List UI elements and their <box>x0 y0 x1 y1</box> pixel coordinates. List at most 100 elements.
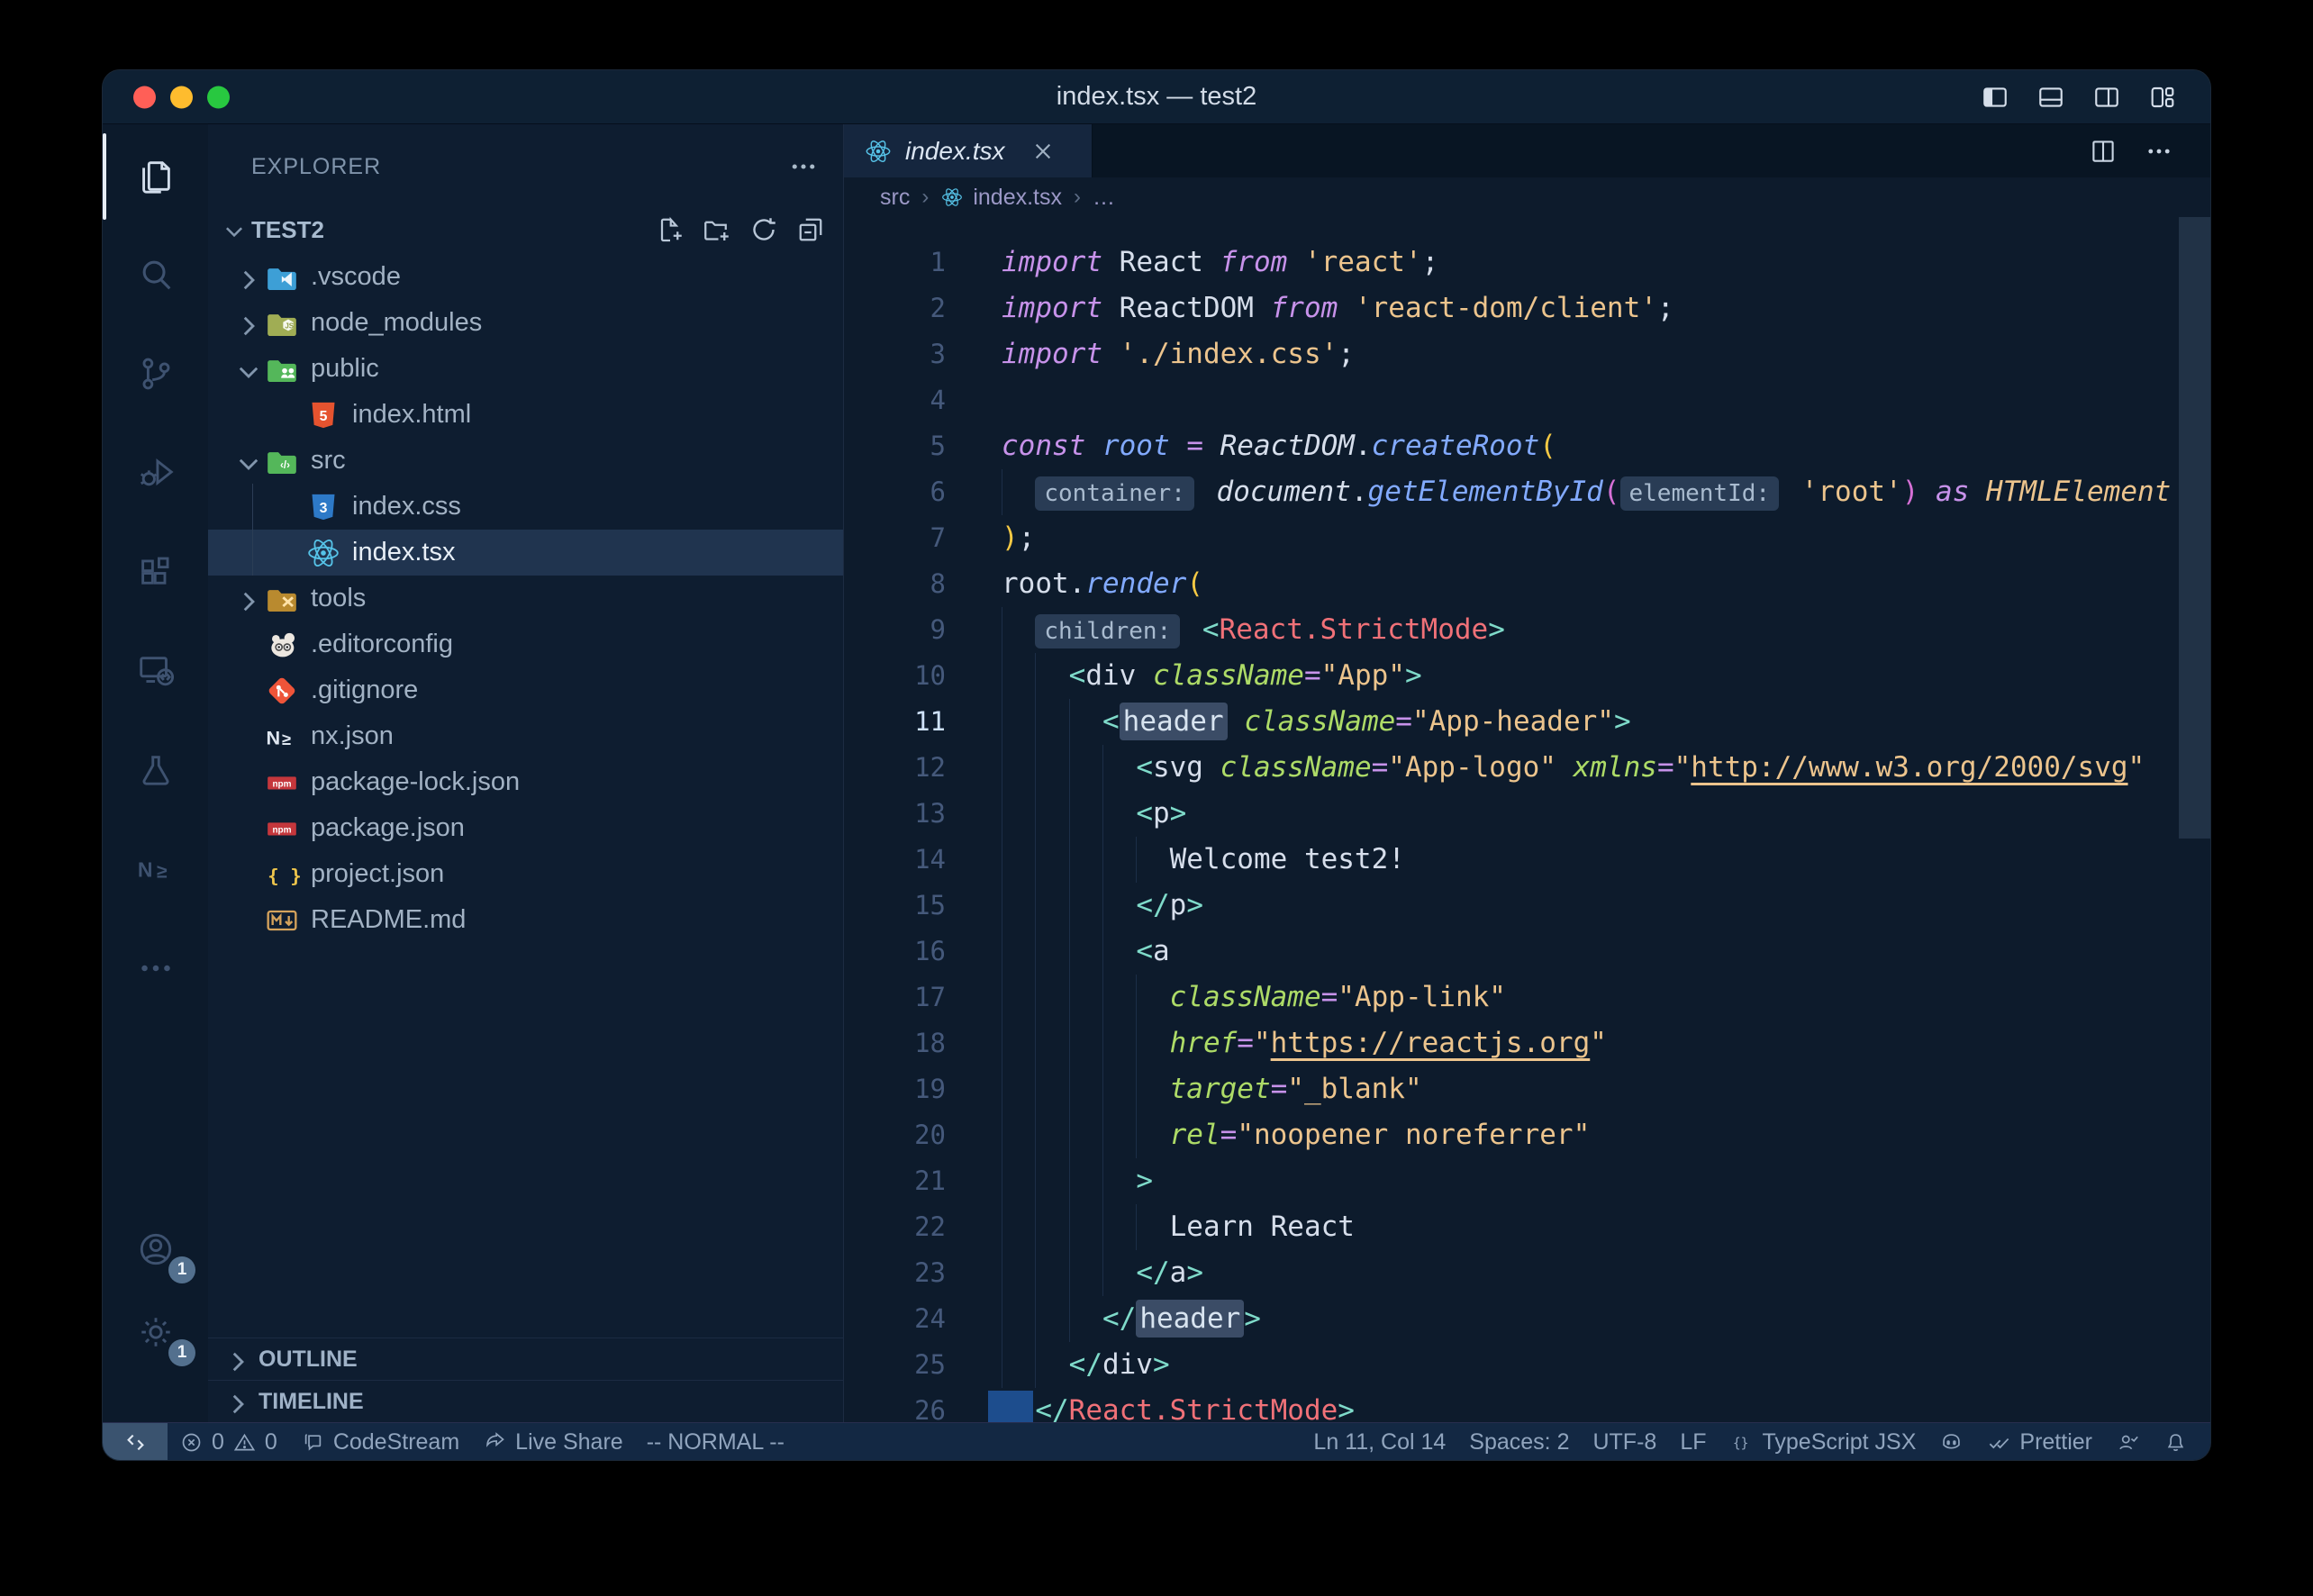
code-line-7[interactable]: 7); <box>844 515 2210 561</box>
status-remote-indicator[interactable] <box>103 1423 168 1461</box>
activity-nx-console[interactable]: N≥ <box>103 820 208 919</box>
react-icon <box>940 186 964 209</box>
tree-item-package-json[interactable]: npmpackage.json <box>208 805 843 851</box>
code-line-12[interactable]: 12 <svg className="App-logo" xmlns="http… <box>844 745 2210 791</box>
activity-testing[interactable] <box>103 721 208 820</box>
svg-text:≥: ≥ <box>156 862 167 883</box>
activity-run-and-debug[interactable] <box>103 423 208 522</box>
customize-layout-icon[interactable] <box>2147 83 2178 112</box>
tree-item--editorconfig[interactable]: .editorconfig <box>208 621 843 667</box>
tree-item--gitignore[interactable]: .gitignore <box>208 667 843 713</box>
status-eol[interactable]: LF <box>1668 1423 1718 1461</box>
code-line-14[interactable]: 14 Welcome test2! <box>844 837 2210 883</box>
code-line-6[interactable]: 6 container: document.getElementById(ele… <box>844 469 2210 515</box>
tree-item-nx-json[interactable]: N≥nx.json <box>208 713 843 759</box>
activity-explorer[interactable] <box>103 126 208 225</box>
code-line-19[interactable]: 19 target="_blank" <box>844 1066 2210 1112</box>
toggle-secondary-sidebar-icon[interactable] <box>2091 83 2122 112</box>
code-line-3[interactable]: 3import './index.css'; <box>844 331 2210 377</box>
tree-item-index-css[interactable]: 3index.css <box>208 484 843 530</box>
status-vim-mode[interactable]: -- NORMAL -- <box>635 1423 796 1461</box>
activity-accounts[interactable]: 1 <box>103 1208 208 1291</box>
timeline-panel-header[interactable]: TIMELINE <box>208 1380 843 1422</box>
more-editor-actions-icon[interactable] <box>2144 136 2174 167</box>
status-copilot[interactable] <box>1928 1423 1975 1461</box>
tree-item-src[interactable]: ‹/›src <box>208 438 843 484</box>
line-number: 7 <box>844 515 1002 561</box>
code-line-2[interactable]: 2import ReactDOM from 'react-dom/client'… <box>844 286 2210 331</box>
activity-search[interactable] <box>103 225 208 324</box>
close-window-button[interactable] <box>133 86 156 108</box>
activity-settings[interactable]: 1 <box>103 1291 208 1374</box>
status-feedback[interactable] <box>2104 1423 2152 1461</box>
code-line-16[interactable]: 16 <a <box>844 929 2210 975</box>
status-live-share[interactable]: Live Share <box>471 1423 635 1461</box>
code-line-5[interactable]: 5const root = ReactDOM.createRoot( <box>844 423 2210 469</box>
code-line-25[interactable]: 25 </div> <box>844 1342 2210 1388</box>
code-line-9[interactable]: 9 children: <React.StrictMode> <box>844 607 2210 653</box>
breadcrumb-item-2[interactable]: … <box>1093 185 1115 211</box>
status-indentation[interactable]: Spaces: 2 <box>1457 1423 1581 1461</box>
code-line-23[interactable]: 23 </a> <box>844 1250 2210 1296</box>
tab-index-tsx[interactable]: index.tsx <box>844 124 1093 177</box>
collapse-folders-icon[interactable] <box>794 213 827 246</box>
status-language-mode[interactable]: {}TypeScript JSX <box>1719 1423 1928 1461</box>
new-file-icon[interactable] <box>654 213 686 246</box>
minimize-window-button[interactable] <box>170 86 193 108</box>
project-section-header[interactable]: TEST2 <box>208 209 843 250</box>
tree-item-public[interactable]: public <box>208 346 843 392</box>
code-editor[interactable]: 1import React from 'react';2import React… <box>844 217 2210 1422</box>
status-encoding[interactable]: UTF-8 <box>1581 1423 1668 1461</box>
code-line-18[interactable]: 18 href="https://reactjs.org" <box>844 1020 2210 1066</box>
code-line-4[interactable]: 4 <box>844 377 2210 423</box>
tree-item-index-tsx[interactable]: index.tsx <box>208 530 843 576</box>
tree-item-package-lock-json[interactable]: npmpackage-lock.json <box>208 759 843 805</box>
close-tab-icon[interactable] <box>1029 137 1057 166</box>
status-cursor-position[interactable]: Ln 11, Col 14 <box>1302 1423 1457 1461</box>
tree-item-project-json[interactable]: { }project.json <box>208 851 843 897</box>
code-line-17[interactable]: 17 className="App-link" <box>844 975 2210 1020</box>
activity-source-control[interactable] <box>103 324 208 423</box>
svg-text:N: N <box>137 858 152 882</box>
code-line-26[interactable]: 26 </React.StrictMode> <box>844 1388 2210 1422</box>
search-icon <box>135 254 177 295</box>
split-editor-icon[interactable] <box>2088 136 2118 167</box>
tree-item-index-html[interactable]: 5index.html <box>208 392 843 438</box>
code-line-20[interactable]: 20 rel="noopener noreferrer" <box>844 1112 2210 1158</box>
breadcrumb-item-0[interactable]: src <box>880 185 910 211</box>
new-folder-icon[interactable] <box>701 213 733 246</box>
code-line-22[interactable]: 22 Learn React <box>844 1204 2210 1250</box>
status-prettier[interactable]: Prettier <box>1975 1423 2104 1461</box>
breadcrumb-separator: › <box>921 185 929 210</box>
copilot-icon <box>1939 1430 1964 1455</box>
tree-item-node-modules[interactable]: JSnode_modules <box>208 300 843 346</box>
activity-more-views[interactable] <box>103 919 208 1018</box>
code-line-21[interactable]: 21 > <box>844 1158 2210 1204</box>
toggle-primary-sidebar-icon[interactable] <box>1980 83 2010 112</box>
code-line-1[interactable]: 1import React from 'react'; <box>844 240 2210 286</box>
code-line-13[interactable]: 13 <p> <box>844 791 2210 837</box>
code-line-15[interactable]: 15 </p> <box>844 883 2210 929</box>
zoom-window-button[interactable] <box>207 86 230 108</box>
activity-extensions[interactable] <box>103 522 208 621</box>
explorer-more-actions-icon[interactable] <box>787 150 820 183</box>
code-line-8[interactable]: 8root.render( <box>844 561 2210 607</box>
status-notifications[interactable] <box>2152 1423 2200 1461</box>
svg-text:JS: JS <box>285 322 294 330</box>
code-line-11[interactable]: 11 <header className="App-header"> <box>844 699 2210 745</box>
activity-remote-explorer[interactable] <box>103 621 208 721</box>
error-icon <box>179 1430 204 1455</box>
chevron-right-icon <box>233 586 264 612</box>
tree-item--vscode[interactable]: .vscode <box>208 254 843 300</box>
status-problems[interactable]: 00 <box>168 1423 289 1461</box>
breadcrumb-item-1[interactable]: index.tsx <box>940 185 1062 211</box>
tree-item-tools[interactable]: tools <box>208 576 843 621</box>
refresh-explorer-icon[interactable] <box>748 213 780 246</box>
editor-scrollbar[interactable] <box>2179 217 2210 839</box>
outline-panel-header[interactable]: OUTLINE <box>208 1338 843 1380</box>
code-line-10[interactable]: 10 <div className="App"> <box>844 653 2210 699</box>
tree-item-readme-md[interactable]: README.md <box>208 897 843 943</box>
toggle-panel-icon[interactable] <box>2036 83 2066 112</box>
status-codestream[interactable]: CodeStream <box>289 1423 471 1461</box>
code-line-24[interactable]: 24 </header> <box>844 1296 2210 1342</box>
